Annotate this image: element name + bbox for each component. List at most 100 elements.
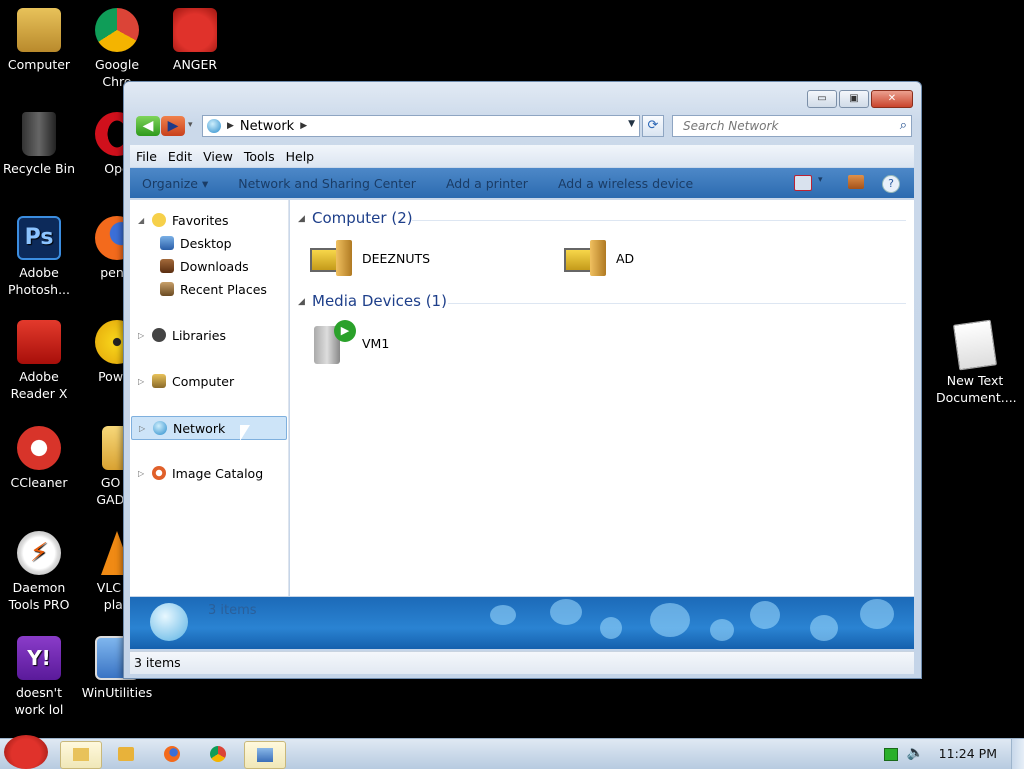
volume-icon[interactable]: 🔈 <box>907 745 924 761</box>
breadcrumb-separator-icon[interactable]: ▶ <box>227 121 234 131</box>
menu-file[interactable]: File <box>136 149 157 164</box>
forward-button[interactable]: ▶ <box>161 116 185 136</box>
search-icon[interactable]: ⌕ <box>900 118 907 133</box>
address-dropdown-icon[interactable]: ▼ <box>628 119 635 129</box>
taskbar-clock[interactable]: 11:24 PM <box>939 746 997 761</box>
collapse-arrow-icon[interactable]: ◢ <box>298 297 305 307</box>
desktop-icon-label: Adobe Reader X <box>10 369 68 401</box>
menu-edit[interactable]: Edit <box>168 149 192 164</box>
preview-pane-icon[interactable] <box>848 175 864 189</box>
taskbar: 🔈 11:24 PM <box>0 735 1024 769</box>
nav-desktop[interactable]: Desktop <box>160 232 232 254</box>
computer-item-ad[interactable]: AD <box>564 238 634 278</box>
breadcrumb-network[interactable]: Network <box>240 119 294 134</box>
desktop-icon-new-text-document[interactable]: New Text Document.... <box>936 319 1017 406</box>
nav-recent-places[interactable]: Recent Places <box>160 278 267 300</box>
status-item-count: 3 items <box>134 655 181 670</box>
network-status-icon[interactable] <box>884 748 898 761</box>
libraries-icon <box>152 328 166 342</box>
taskbar-chrome[interactable] <box>198 741 238 767</box>
desktop-icon-computer[interactable]: Computer <box>0 8 78 73</box>
taskbar-firefox[interactable] <box>152 741 192 767</box>
decorative-bubble <box>860 599 894 629</box>
taskbar-media-player[interactable] <box>106 741 146 767</box>
search-input[interactable] <box>681 116 885 136</box>
computer-item-deeznuts[interactable]: DEEZNUTS <box>310 238 430 278</box>
nav-network[interactable]: ▷ Network <box>131 416 287 440</box>
nav-libraries[interactable]: ▷ Libraries <box>138 324 226 346</box>
refresh-icon: ⟳ <box>647 118 659 133</box>
desktop-icon-adobe-photoshop[interactable]: Ps Adobe Photosh... <box>0 216 78 298</box>
computer-icon <box>17 8 61 52</box>
group-header-media-devices[interactable]: Media Devices (1) <box>312 292 447 310</box>
expand-arrow-icon[interactable]: ▷ <box>138 469 148 478</box>
group-divider <box>412 220 906 221</box>
minimize-button[interactable]: ▭ <box>807 90 837 108</box>
desktop-icon-anger[interactable]: ANGER <box>156 8 234 73</box>
decorative-bubble <box>710 619 734 641</box>
menu-help[interactable]: Help <box>286 149 315 164</box>
nav-image-catalog[interactable]: ▷ Image Catalog <box>138 462 263 484</box>
view-options-icon[interactable] <box>794 175 812 191</box>
menu-tools[interactable]: Tools <box>244 149 275 164</box>
expand-arrow-icon[interactable]: ▷ <box>138 331 148 340</box>
breadcrumb-separator-icon[interactable]: ▶ <box>300 121 307 131</box>
add-printer-button[interactable]: Add a printer <box>446 176 528 191</box>
nav-downloads[interactable]: Downloads <box>160 255 249 277</box>
add-wireless-device-button[interactable]: Add a wireless device <box>558 176 693 191</box>
chevron-down-icon[interactable]: ▾ <box>818 175 826 189</box>
organize-button[interactable]: Organize ▾ <box>142 176 208 191</box>
close-button[interactable]: ✕ <box>871 90 913 108</box>
desktop-icon-daemon-tools[interactable]: ⚡ Daemon Tools PRO <box>0 531 78 613</box>
folder-icon <box>73 748 89 761</box>
recycle-bin-icon <box>22 112 56 156</box>
help-icon[interactable]: ? <box>882 175 900 193</box>
taskbar-explorer[interactable] <box>60 741 102 769</box>
desktop-icon-label: WinUtilities <box>81 685 153 700</box>
refresh-button[interactable]: ⟳ <box>642 115 664 137</box>
nav-desktop-label: Desktop <box>180 235 232 251</box>
desktop-icon-recycle-bin[interactable]: Recycle Bin <box>0 112 78 177</box>
media-item-vm1[interactable]: ▶ VM1 <box>314 320 389 366</box>
media-item-label: VM1 <box>362 335 390 351</box>
group-header-computer[interactable]: Computer (2) <box>312 209 413 227</box>
expand-arrow-icon[interactable]: ◢ <box>138 216 148 225</box>
taskbar-network-task[interactable] <box>244 741 286 769</box>
search-box[interactable]: ⌕ <box>672 115 912 137</box>
decorative-bubble <box>490 605 516 625</box>
desktop-icon-yahoo[interactable]: Y! doesn't work lol <box>0 636 78 718</box>
nav-downloads-label: Downloads <box>180 258 249 274</box>
firefox-icon <box>164 746 180 762</box>
recent-pages-dropdown[interactable]: ▾ <box>188 120 193 130</box>
angry-bird-icon <box>173 8 217 52</box>
downloads-icon <box>160 259 174 273</box>
desktop-icon-google-chrome[interactable]: Google Chro <box>78 8 156 90</box>
nav-network-label: Network <box>173 420 226 436</box>
nav-computer[interactable]: ▷ Computer <box>138 370 234 392</box>
arrow-left-icon: ◀ <box>142 118 154 134</box>
network-icon <box>153 421 167 435</box>
expand-arrow-icon[interactable]: ▷ <box>138 377 148 386</box>
nav-image-catalog-label: Image Catalog <box>172 465 264 481</box>
chevron-down-icon: ▾ <box>188 120 193 130</box>
group-divider <box>448 303 906 304</box>
desktop-icon <box>160 236 174 250</box>
desktop-icon-label: Adobe Photosh... <box>7 265 70 297</box>
desktop-icon-ccleaner[interactable]: CCleaner <box>0 426 78 491</box>
desktop-icon-adobe-reader[interactable]: Adobe Reader X <box>0 320 78 402</box>
command-bar: Organize ▾ Network and Sharing Center Ad… <box>130 168 914 198</box>
back-button[interactable]: ◀ <box>136 116 160 136</box>
desktop-icon-label: New Text Document.... <box>936 373 1017 405</box>
daemon-tools-icon: ⚡ <box>17 531 61 575</box>
expand-arrow-icon[interactable]: ▷ <box>139 424 149 433</box>
maximize-button[interactable]: ▣ <box>839 90 869 108</box>
decorative-bubble <box>600 617 622 639</box>
start-button[interactable] <box>4 735 48 769</box>
show-desktop-button[interactable] <box>1011 739 1024 769</box>
network-sharing-center-button[interactable]: Network and Sharing Center <box>238 176 416 191</box>
collapse-arrow-icon[interactable]: ◢ <box>298 214 305 224</box>
nav-favorites[interactable]: ◢ Favorites <box>138 209 228 231</box>
menu-view[interactable]: View <box>203 149 233 164</box>
mouse-cursor-icon <box>240 425 250 441</box>
address-bar[interactable]: ▶ Network ▶ ▼ <box>202 115 640 137</box>
